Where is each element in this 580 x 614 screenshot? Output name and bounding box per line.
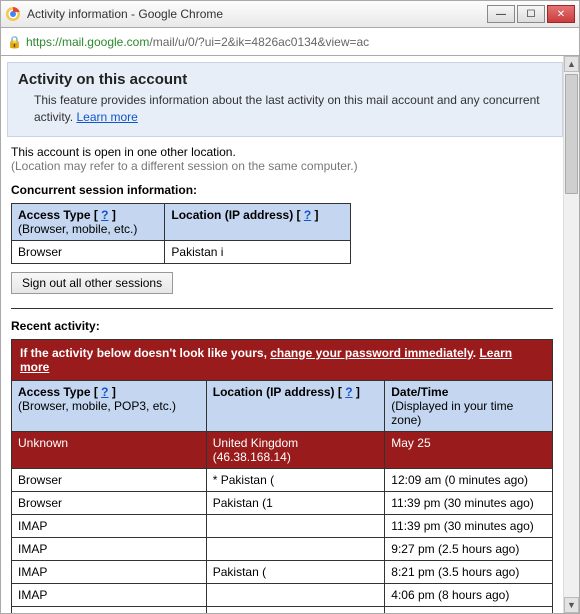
col-location: Location (IP address) [ ? ] [165, 203, 351, 240]
col-location: Location (IP address) [ ? ] [206, 380, 385, 431]
col-datetime: Date/Time (Displayed in your time zone) [385, 380, 553, 431]
sign-out-sessions-button[interactable]: Sign out all other sessions [11, 272, 173, 294]
scroll-down-icon[interactable]: ▼ [564, 597, 579, 613]
concurrent-heading: Concurrent session information: [11, 183, 553, 197]
change-password-link[interactable]: change your password immediately [270, 346, 473, 360]
window-titlebar: Activity information - Google Chrome — ☐… [0, 0, 580, 28]
table-row: IMAP11:39 pm (30 minutes ago) [12, 514, 553, 537]
window-title: Activity information - Google Chrome [27, 7, 487, 21]
recent-heading: Recent activity: [11, 319, 553, 333]
table-row: IMAP9:27 pm (2.5 hours ago) [12, 537, 553, 560]
page-content: Activity on this account This feature pr… [0, 56, 580, 614]
col-access-type: Access Type [ ? ] (Browser, mobile, POP3… [12, 380, 207, 431]
open-location-line1: This account is open in one other locati… [11, 145, 553, 159]
minimize-button[interactable]: — [487, 5, 515, 23]
url-path: /mail/u/0/?ui=2&ik=4826ac0134&view=ac [149, 35, 369, 49]
help-icon[interactable]: ? [345, 385, 352, 399]
table-row: IMAP12:47 pm (11 hours ago) [12, 606, 553, 614]
scroll-thumb[interactable] [565, 74, 578, 194]
table-row: Browser Pakistan i [12, 240, 351, 263]
lock-icon: 🔒 [7, 35, 22, 49]
address-bar[interactable]: 🔒 https://mail.google.com/mail/u/0/?ui=2… [0, 28, 580, 56]
chrome-icon [5, 6, 21, 22]
close-button[interactable]: ✕ [547, 5, 575, 23]
table-row: IMAP4:06 pm (8 hours ago) [12, 583, 553, 606]
table-row: Browser* Pakistan (12:09 am (0 minutes a… [12, 468, 553, 491]
concurrent-table: Access Type [ ? ] (Browser, mobile, etc.… [11, 203, 351, 264]
table-row: UnknownUnited Kingdom (46.38.168.14)May … [12, 431, 553, 468]
url-host: https://mail.google.com [26, 35, 149, 49]
divider [11, 308, 553, 309]
help-icon[interactable]: ? [101, 208, 108, 222]
table-row: IMAPPakistan (8:21 pm (3.5 hours ago) [12, 560, 553, 583]
scroll-up-icon[interactable]: ▲ [564, 56, 579, 72]
table-row: BrowserPakistan (111:39 pm (30 minutes a… [12, 491, 553, 514]
page-title: Activity on this account [18, 71, 552, 88]
col-access-type: Access Type [ ? ] (Browser, mobile, etc.… [12, 203, 165, 240]
maximize-button[interactable]: ☐ [517, 5, 545, 23]
scrollbar[interactable]: ▲ ▼ [563, 56, 579, 613]
header-block: Activity on this account This feature pr… [7, 62, 563, 137]
learn-more-link[interactable]: Learn more [76, 110, 137, 124]
recent-activity-table: Access Type [ ? ] (Browser, mobile, POP3… [11, 380, 553, 614]
help-icon[interactable]: ? [101, 385, 108, 399]
warning-banner: If the activity below doesn't look like … [11, 339, 553, 380]
open-location-line2: (Location may refer to a different sessi… [11, 159, 553, 173]
